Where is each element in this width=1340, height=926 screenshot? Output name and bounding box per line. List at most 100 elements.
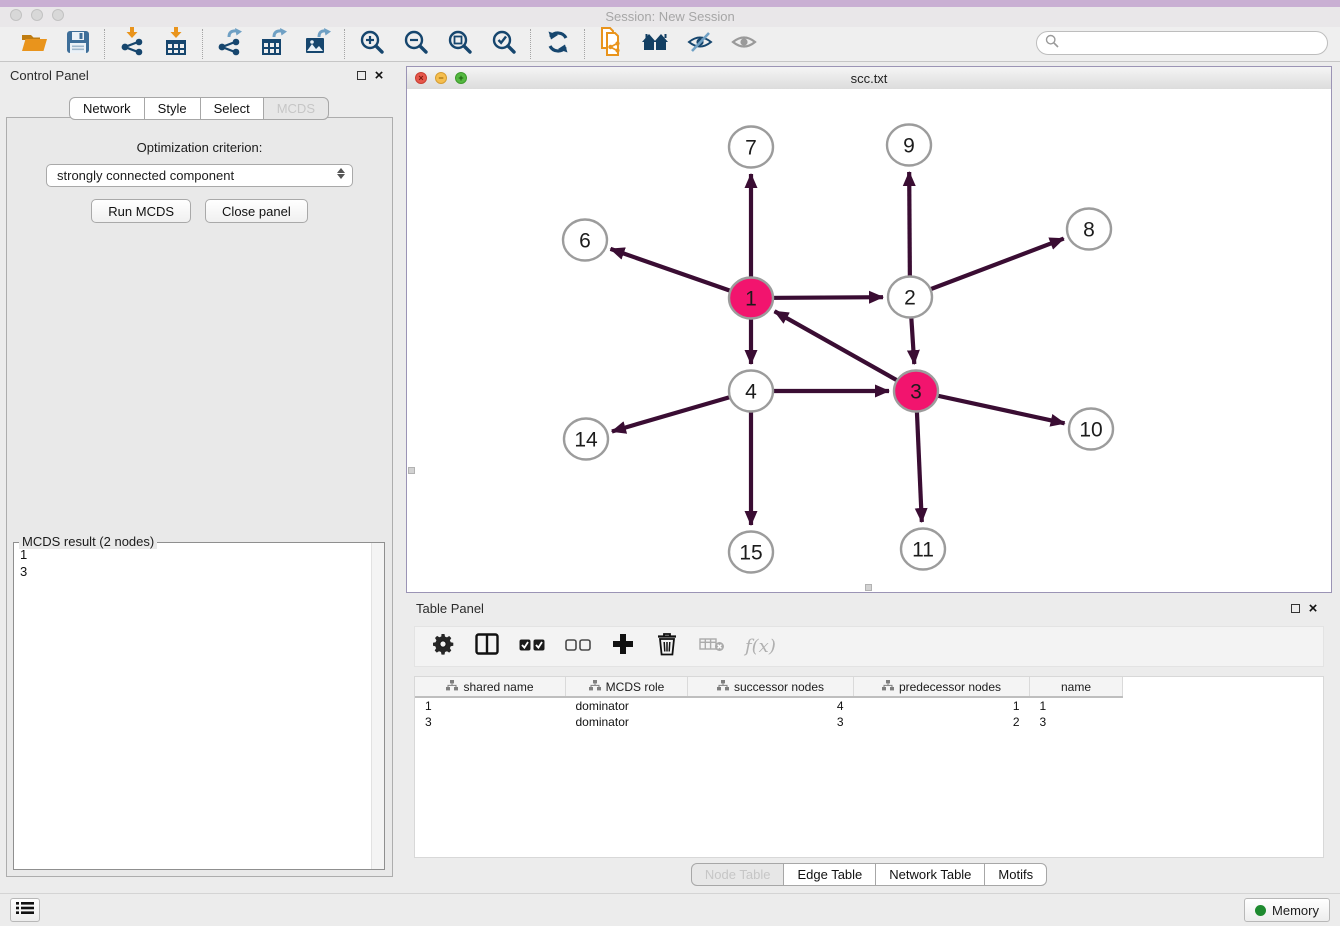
- memory-button[interactable]: Memory: [1244, 898, 1330, 922]
- column-header-predecessor-nodes[interactable]: predecessor nodes: [854, 677, 1030, 697]
- close-panel-button[interactable]: Close panel: [205, 199, 308, 223]
- graph-node-3[interactable]: 3: [894, 371, 938, 412]
- control-panel-header: Control Panel ×: [0, 62, 398, 88]
- network-canvas[interactable]: 7 9 6 8 1 2 4 3 14 10 15 11: [407, 89, 1331, 592]
- graph-edge-3-1[interactable]: [775, 311, 916, 391]
- delete-table-button[interactable]: [699, 634, 725, 660]
- graph-node-2[interactable]: 2: [888, 277, 932, 318]
- create-column-button[interactable]: [611, 634, 635, 660]
- bottom-splitter-grip[interactable]: [865, 584, 872, 591]
- refresh-icon: [545, 29, 571, 60]
- tab-select[interactable]: Select: [200, 97, 264, 120]
- graph-node-8[interactable]: 8: [1067, 209, 1111, 250]
- show-all-button[interactable]: [728, 29, 760, 59]
- zoom-in-button[interactable]: [356, 29, 388, 59]
- tab-network-table[interactable]: Network Table: [875, 863, 985, 886]
- search-input[interactable]: [1063, 33, 1327, 53]
- import-table-button[interactable]: [160, 29, 192, 59]
- export-image-button[interactable]: [302, 29, 334, 59]
- apply-layout-button[interactable]: [542, 29, 574, 59]
- document-network-icon: [598, 27, 626, 62]
- graph-node-7[interactable]: 7: [729, 127, 773, 168]
- graph-node-14[interactable]: 14: [564, 419, 608, 460]
- hide-selected-button[interactable]: [684, 29, 716, 59]
- network-view-window: × − + scc.txt 7 9 6 8 1 2 4 3 14 10 15 11: [406, 66, 1332, 593]
- table-cell[interactable]: 1: [854, 697, 1030, 714]
- tab-motifs[interactable]: Motifs: [984, 863, 1047, 886]
- graph-node-10[interactable]: 10: [1069, 409, 1113, 450]
- tab-node-table[interactable]: Node Table: [691, 863, 785, 886]
- column-header-MCDS-role[interactable]: MCDS role: [566, 677, 688, 697]
- deselect-all-button[interactable]: [565, 634, 591, 660]
- table-row[interactable]: 1dominator411: [415, 697, 1123, 714]
- left-splitter-grip[interactable]: [408, 467, 415, 474]
- function-builder-button[interactable]: f(x): [745, 634, 776, 660]
- zoom-selected-icon: [491, 29, 517, 60]
- graph-node-15[interactable]: 15: [729, 532, 773, 573]
- table-cell[interactable]: dominator: [566, 714, 688, 730]
- svg-text:8: 8: [1083, 219, 1095, 242]
- zoom-fit-icon: [447, 29, 473, 60]
- table-cell[interactable]: dominator: [566, 697, 688, 714]
- graph-edge-2-8[interactable]: [910, 239, 1064, 297]
- network-view-titlebar[interactable]: × − + scc.txt: [407, 67, 1331, 90]
- table-cell[interactable]: 1: [415, 697, 566, 714]
- window-title: Session: New Session: [0, 9, 1340, 24]
- eye-icon: [731, 30, 758, 59]
- column-header-name[interactable]: name: [1030, 677, 1123, 697]
- plus-icon: [612, 633, 634, 660]
- zoom-fit-button[interactable]: [444, 29, 476, 59]
- table-panel-close-button[interactable]: ×: [1304, 599, 1322, 617]
- tab-mcds[interactable]: MCDS: [263, 97, 329, 120]
- column-label: name: [1061, 680, 1091, 694]
- column-label: MCDS role: [606, 680, 665, 694]
- search-box: [1036, 31, 1328, 55]
- mcds-result-scrollbar[interactable]: [371, 543, 384, 869]
- import-table-icon: [163, 27, 189, 61]
- export-table-button[interactable]: [258, 29, 290, 59]
- table-panel-float-button[interactable]: [1286, 599, 1304, 617]
- import-network-button[interactable]: [116, 29, 148, 59]
- control-panel-float-button[interactable]: [352, 66, 370, 84]
- tab-network[interactable]: Network: [69, 97, 145, 120]
- table-settings-button[interactable]: [431, 634, 455, 660]
- table-cell[interactable]: 3: [1030, 714, 1123, 730]
- column-header-successor-nodes[interactable]: successor nodes: [688, 677, 854, 697]
- save-session-button[interactable]: [62, 29, 94, 59]
- graph-node-4[interactable]: 4: [729, 371, 773, 412]
- export-network-button[interactable]: [214, 29, 246, 59]
- tab-style[interactable]: Style: [144, 97, 201, 120]
- table-cell[interactable]: 3: [688, 714, 854, 730]
- delete-columns-button[interactable]: [655, 634, 679, 660]
- data-table: shared name MCDS role successor nodesprede…: [415, 677, 1123, 730]
- memory-status-icon: [1255, 905, 1266, 916]
- select-all-button[interactable]: [519, 634, 545, 660]
- svg-text:9: 9: [903, 135, 915, 158]
- graph-node-9[interactable]: 9: [887, 125, 931, 166]
- control-panel-tabbar: Network Style Select MCDS: [69, 97, 329, 120]
- shared-column-icon: [717, 680, 729, 694]
- show-columns-button[interactable]: [475, 634, 499, 660]
- shared-column-icon: [446, 680, 458, 694]
- zoom-selected-button[interactable]: [488, 29, 520, 59]
- task-history-button[interactable]: [10, 898, 40, 922]
- table-panel-header: Table Panel ×: [406, 595, 1332, 621]
- table-cell[interactable]: 4: [688, 697, 854, 714]
- table-cell[interactable]: 2: [854, 714, 1030, 730]
- optimization-criterion-select[interactable]: strongly connected component: [46, 164, 353, 187]
- control-panel-close-button[interactable]: ×: [370, 66, 388, 84]
- table-cell[interactable]: 1: [1030, 697, 1123, 714]
- table-row[interactable]: 3dominator323: [415, 714, 1123, 730]
- open-session-button[interactable]: [18, 29, 50, 59]
- column-header-shared-name[interactable]: shared name: [415, 677, 566, 697]
- graph-node-11[interactable]: 11: [901, 529, 945, 570]
- graph-node-1[interactable]: 1: [729, 278, 773, 319]
- graph-node-6[interactable]: 6: [563, 220, 607, 261]
- first-neighbors-button[interactable]: [640, 29, 672, 59]
- mcds-result-textarea[interactable]: 1 3: [13, 542, 385, 870]
- new-network-from-selection-button[interactable]: [596, 29, 628, 59]
- table-cell[interactable]: 3: [415, 714, 566, 730]
- run-mcds-button[interactable]: Run MCDS: [91, 199, 191, 223]
- zoom-out-button[interactable]: [400, 29, 432, 59]
- tab-edge-table[interactable]: Edge Table: [783, 863, 876, 886]
